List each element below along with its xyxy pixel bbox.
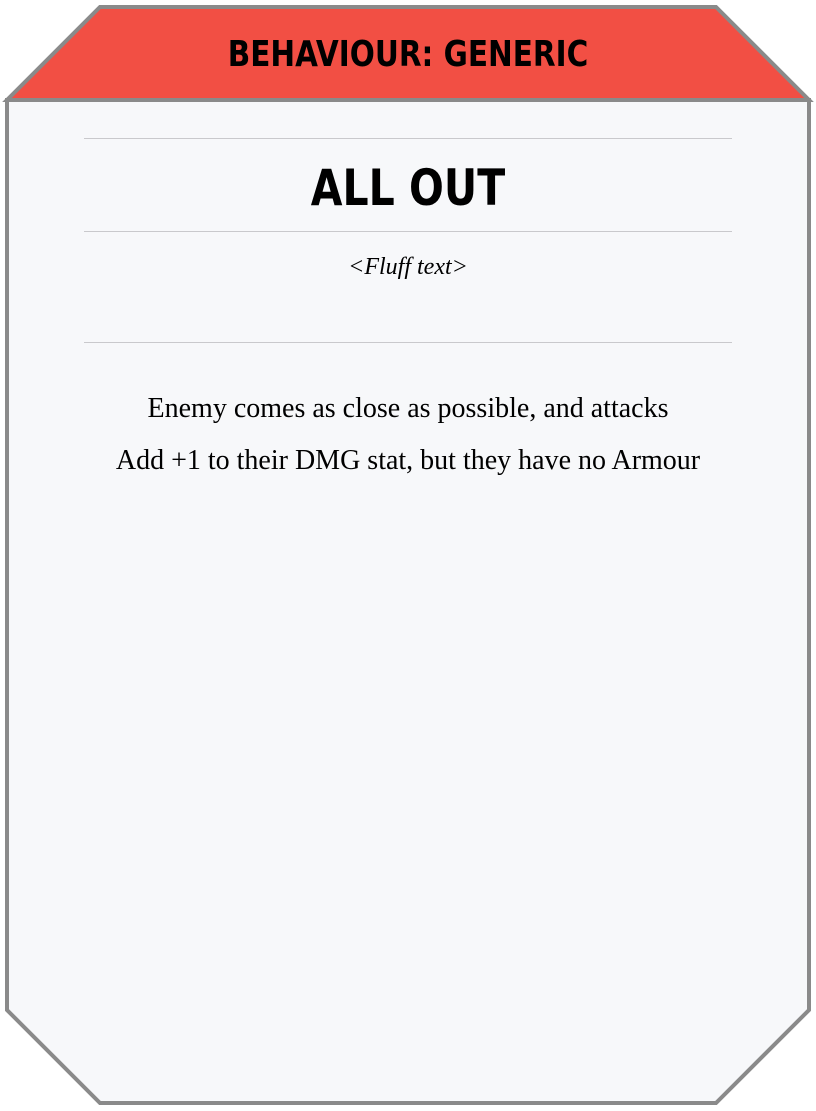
divider-title [84, 231, 732, 232]
rule-line-2: Add +1 to their DMG stat, but they have … [115, 445, 701, 476]
fluff-text: <Fluff text> [348, 254, 468, 280]
header-title: BEHAVIOUR: GENERIC [227, 34, 589, 75]
card-body [5, 98, 811, 1105]
rule-line-1: Enemy comes as close as possible, and at… [147, 393, 669, 424]
behaviour-card: BEHAVIOUR: GENERIC ALL OUT <Fluff text> … [0, 0, 816, 1111]
divider-top [84, 138, 732, 139]
divider-fluff [84, 342, 732, 343]
card-rules-text: Enemy comes as close as possible, and at… [0, 383, 816, 487]
card-title: ALL OUT [310, 159, 506, 217]
